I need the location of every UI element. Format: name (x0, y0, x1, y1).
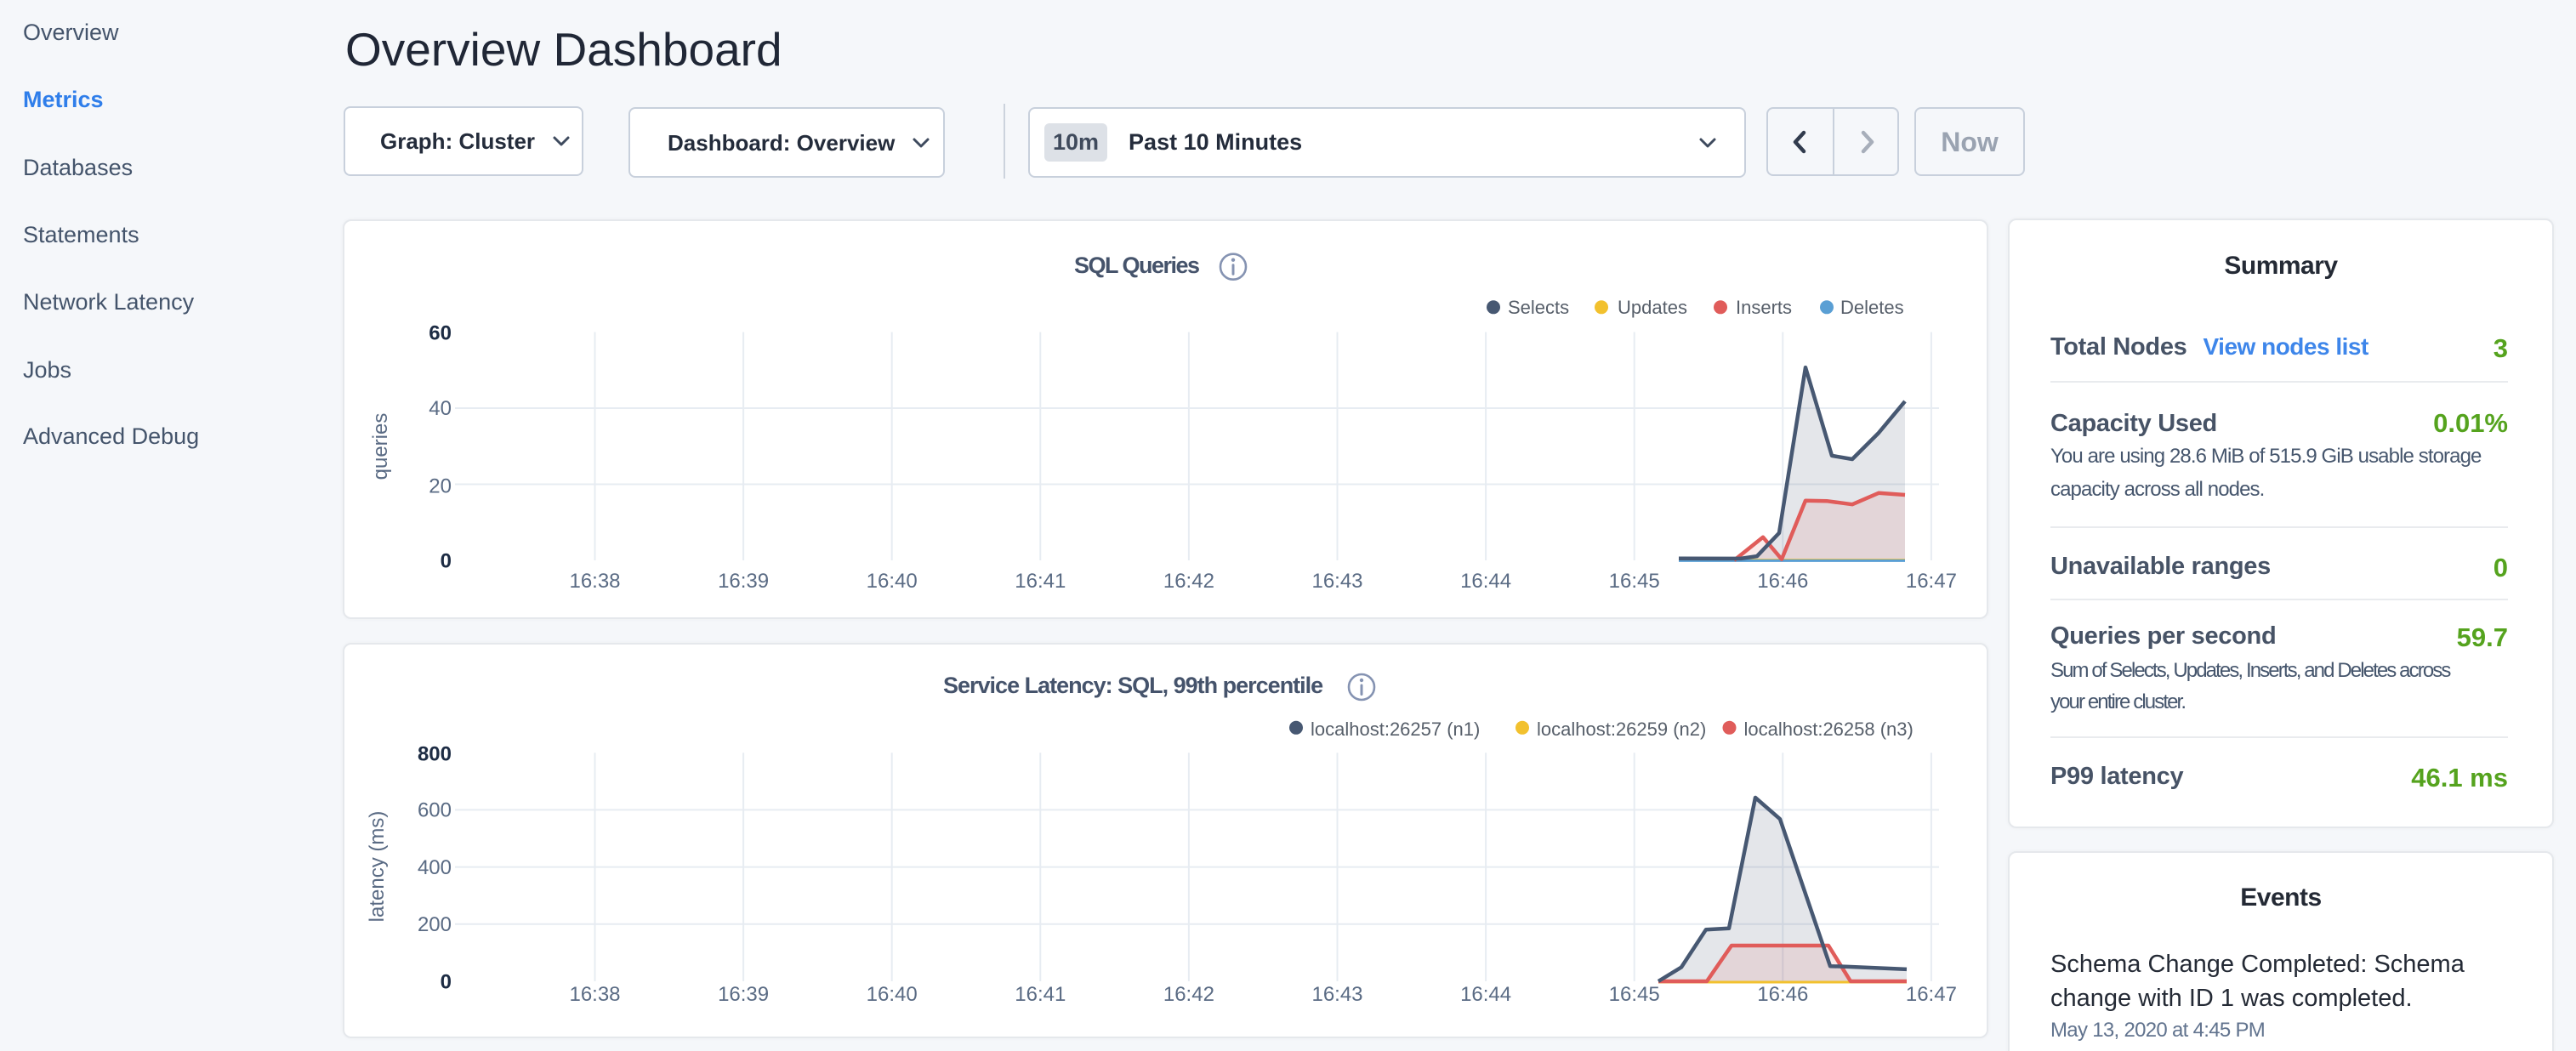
svg-text:16:44: 16:44 (1460, 983, 1511, 1006)
svg-text:16:38: 16:38 (569, 570, 620, 593)
svg-text:16:41: 16:41 (1015, 570, 1066, 593)
svg-text:16:43: 16:43 (1311, 570, 1362, 593)
svg-text:16:46: 16:46 (1757, 570, 1808, 593)
svg-text:16:47: 16:47 (1906, 570, 1957, 593)
svg-text:16:42: 16:42 (1163, 570, 1214, 593)
svg-text:latency (ms): latency (ms) (366, 811, 389, 923)
svg-text:queries: queries (369, 413, 392, 480)
svg-text:16:46: 16:46 (1757, 983, 1808, 1006)
svg-text:SQL Queries: SQL Queries (1074, 253, 1199, 278)
svg-text:localhost:26259 (n2): localhost:26259 (n2) (1537, 719, 1706, 740)
svg-text:16:47: 16:47 (1906, 983, 1957, 1006)
svg-text:16:39: 16:39 (718, 570, 769, 593)
svg-text:localhost:26257 (n1): localhost:26257 (n1) (1311, 719, 1480, 740)
svg-text:200: 200 (418, 913, 452, 936)
svg-text:Selects: Selects (1508, 297, 1569, 318)
svg-text:Service Latency: SQL, 99th per: Service Latency: SQL, 99th percentile (943, 673, 1323, 698)
svg-text:16:40: 16:40 (867, 570, 918, 593)
svg-text:16:45: 16:45 (1609, 983, 1660, 1006)
svg-text:16:42: 16:42 (1163, 983, 1214, 1006)
svg-text:16:38: 16:38 (569, 983, 620, 1006)
svg-text:16:45: 16:45 (1609, 570, 1660, 593)
svg-text:Updates: Updates (1618, 297, 1687, 318)
svg-text:0: 0 (441, 550, 452, 573)
svg-text:16:43: 16:43 (1311, 983, 1362, 1006)
svg-text:40: 40 (429, 397, 452, 420)
svg-text:20: 20 (429, 475, 452, 498)
svg-text:800: 800 (418, 743, 452, 766)
svg-text:400: 400 (418, 856, 452, 879)
svg-text:localhost:26258 (n3): localhost:26258 (n3) (1744, 719, 1914, 740)
svg-text:16:44: 16:44 (1460, 570, 1511, 593)
svg-text:Deletes: Deletes (1840, 297, 1904, 318)
svg-text:600: 600 (418, 799, 452, 822)
svg-text:0: 0 (441, 971, 452, 994)
svg-text:16:41: 16:41 (1015, 983, 1066, 1006)
svg-text:Inserts: Inserts (1736, 297, 1792, 318)
svg-text:60: 60 (429, 321, 452, 344)
svg-text:16:40: 16:40 (867, 983, 918, 1006)
svg-text:16:39: 16:39 (718, 983, 769, 1006)
